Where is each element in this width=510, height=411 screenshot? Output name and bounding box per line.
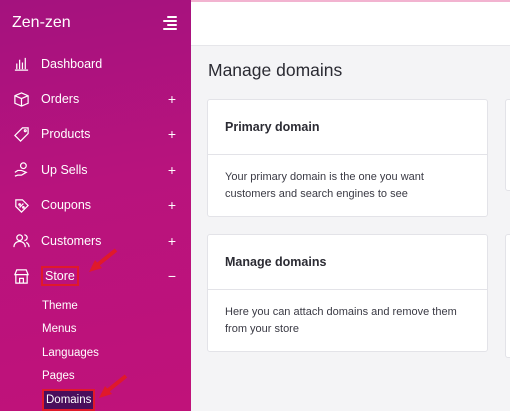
expand-toggle[interactable]: + — [167, 162, 177, 178]
bar-chart-icon — [12, 55, 30, 73]
expand-toggle[interactable]: + — [167, 91, 177, 107]
submenu-item-languages[interactable]: Languages — [42, 342, 191, 366]
expand-toggle[interactable]: + — [167, 197, 177, 213]
top-bar — [191, 0, 510, 46]
sidebar-item-upsells[interactable]: Up Sells + — [0, 152, 191, 187]
sidebar-header: Zen-zen — [0, 0, 191, 46]
store-icon — [12, 267, 30, 285]
annotation-arrow-icon — [89, 248, 118, 272]
submenu-item-theme[interactable]: Theme — [42, 295, 191, 319]
users-icon — [12, 232, 30, 250]
sidebar-item-orders[interactable]: Orders + — [0, 81, 191, 116]
sidebar-item-label: Customers — [41, 233, 102, 248]
box-icon — [12, 90, 30, 108]
card-text: Here you can attach domains and remove t… — [225, 306, 457, 335]
brand-name: Zen-zen — [12, 14, 71, 31]
sidebar-item-label: Orders — [41, 92, 80, 107]
page-title: Manage domains — [208, 60, 343, 80]
card-text: Your primary domain is the one you want … — [225, 171, 424, 200]
card-heading: Manage domains — [208, 235, 487, 290]
sidebar-item-label: Coupons — [41, 198, 92, 213]
percent-tag-icon — [12, 196, 30, 214]
primary-domain-card: Primary domain Your primary domain is th… — [207, 99, 488, 217]
annotation-arrow-icon — [99, 374, 128, 398]
sidebar-item-label: Up Sells — [41, 162, 88, 177]
card-heading: Primary domain — [208, 100, 487, 155]
side-card — [505, 234, 510, 358]
expand-toggle[interactable]: + — [167, 126, 177, 142]
sidebar-item-label: Dashboard — [41, 56, 103, 71]
submenu-item-menus[interactable]: Menus — [42, 318, 191, 342]
sidebar-item-coupons[interactable]: Coupons + — [0, 188, 191, 223]
sidebar: Zen-zen Dashboard Orders + Products + Up… — [0, 0, 191, 411]
sidebar-item-products[interactable]: Products + — [0, 117, 191, 152]
hand-coin-icon — [12, 161, 30, 179]
expand-toggle[interactable]: + — [167, 233, 177, 249]
sidebar-item-dashboard[interactable]: Dashboard — [0, 46, 191, 81]
manage-domains-card: Manage domains Here you can attach domai… — [207, 234, 488, 352]
collapse-toggle[interactable]: − — [167, 268, 177, 284]
menu-toggle-icon[interactable] — [161, 16, 177, 30]
sidebar-item-label: Products — [41, 127, 91, 142]
sidebar-item-label: Store — [41, 266, 79, 287]
side-card — [505, 99, 510, 191]
tag-icon — [12, 125, 30, 143]
